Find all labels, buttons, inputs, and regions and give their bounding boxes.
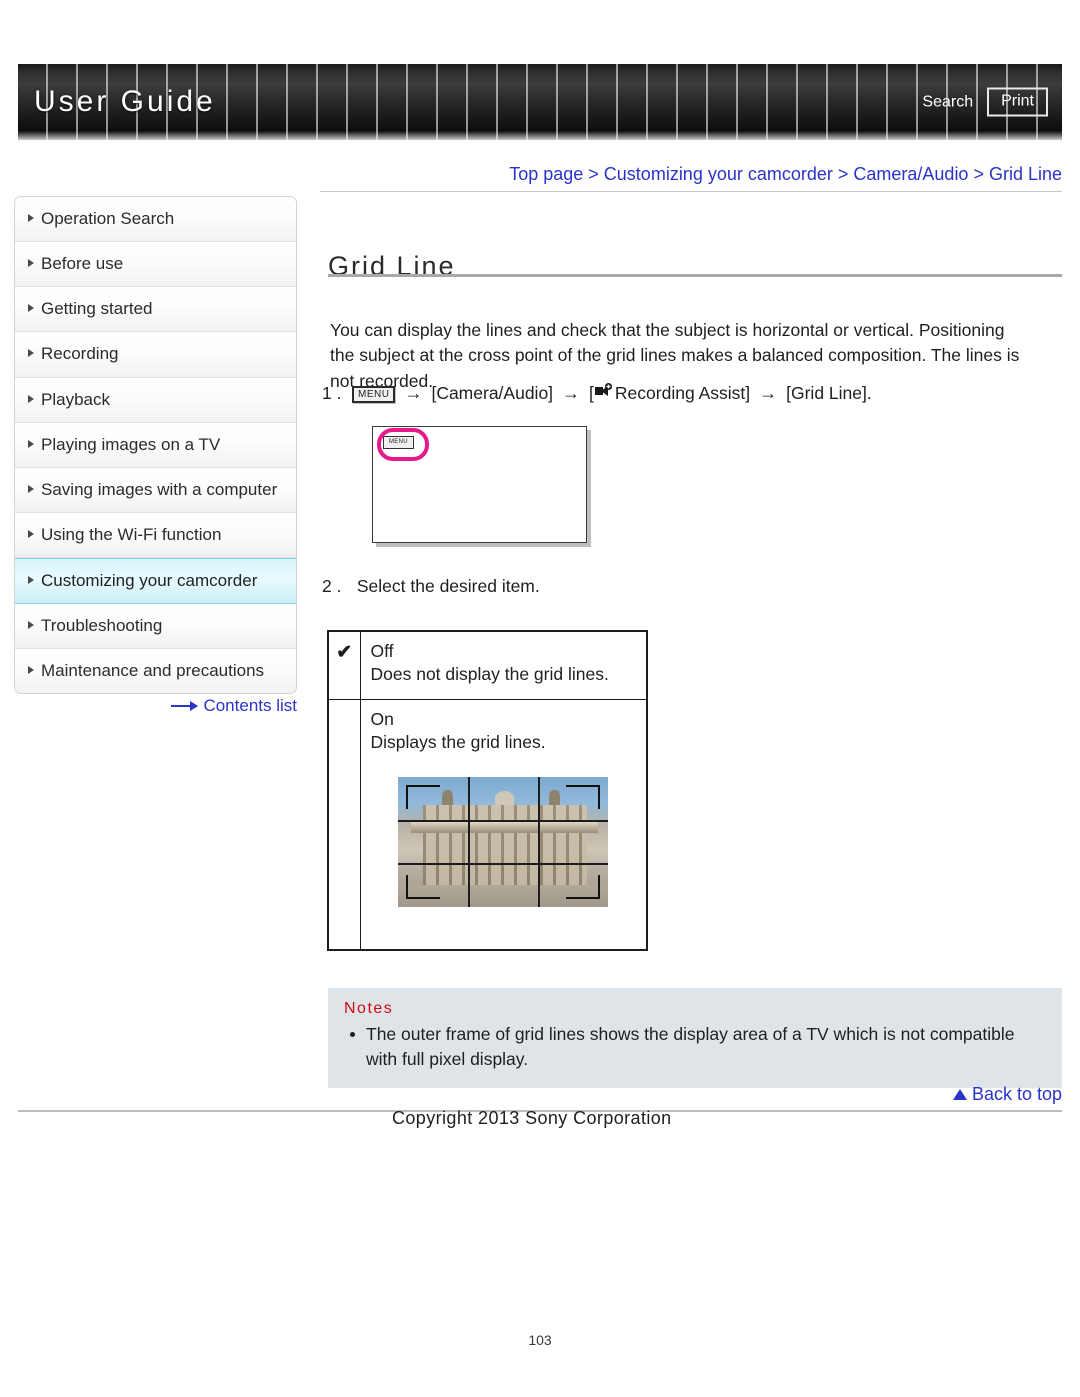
sidebar-item-label: Customizing your camcorder [41, 571, 258, 590]
grid-vertical-line [538, 776, 541, 907]
sidebar-item-getting-started[interactable]: Getting started [15, 287, 296, 333]
recording-assist-icon [594, 383, 613, 404]
contents-list-label: Contents list [203, 696, 297, 715]
arrow-right-icon: → [759, 383, 778, 403]
grid-vertical-line [468, 776, 471, 907]
step-1: 1 . MENU → [Camera/Audio] → [ Recording … [322, 383, 1042, 405]
notes-heading: Notes [344, 1000, 394, 1017]
options-table: ✔ Off Does not display the grid lines. O… [327, 630, 648, 951]
sidebar-nav: Operation Search Before use Getting star… [14, 196, 297, 695]
sidebar-item-troubleshooting[interactable]: Troubleshooting [15, 604, 296, 650]
building-statue-right [549, 789, 560, 807]
sidebar-item-label: Maintenance and precautions [41, 661, 265, 681]
triangle-right-icon [28, 439, 34, 448]
triangle-right-icon [28, 214, 34, 222]
option-name: Off [370, 641, 394, 661]
frame-corner-top-right [566, 784, 601, 809]
step-2-text: Select the desired item. [356, 576, 540, 596]
page-number: 103 [528, 1332, 552, 1348]
step-1-number: 1 . [322, 383, 342, 403]
sidebar-item-maintenance-and-precautions[interactable]: Maintenance and precautions [15, 649, 296, 694]
triangle-right-icon [28, 394, 34, 403]
option-cell: On Displays the grid lines. [359, 698, 648, 951]
sidebar-item-recording[interactable]: Recording [15, 332, 296, 378]
building-dome [494, 791, 514, 806]
title-divider [328, 274, 1062, 277]
checkmark-icon [327, 698, 361, 951]
option-cell: Off Does not display the grid lines. [359, 630, 648, 700]
sidebar-item-customizing-your-camcorder[interactable]: Customizing your camcorder [15, 558, 296, 605]
back-to-top-label: Back to top [971, 1084, 1062, 1104]
option-description: Displays the grid lines. [370, 732, 546, 753]
checkmark-icon: ✔ [327, 630, 361, 700]
camcorder-screen-illustration: MENU [372, 426, 587, 543]
arrow-right-icon [171, 701, 199, 711]
step-2: 2 . Select the desired item. [322, 576, 540, 597]
triangle-right-icon [28, 666, 34, 675]
screen-menu-button-icon: MENU [377, 428, 429, 461]
building-facade [423, 805, 588, 897]
building-cornice [410, 820, 598, 833]
grid-horizontal-line [398, 863, 609, 866]
list-item: The outer frame of grid lines shows the … [344, 1022, 1046, 1072]
triangle-up-icon [952, 1089, 967, 1100]
breadcrumb[interactable]: Top page > Customizing your camcorder > … [320, 164, 1062, 192]
notes-list: The outer frame of grid lines shows the … [344, 1022, 1046, 1072]
sidebar-item-label: Using the Wi-Fi function [41, 524, 222, 544]
sidebar-item-label: Getting started [41, 299, 153, 319]
notes-box: Notes The outer frame of grid lines show… [328, 988, 1062, 1088]
step-2-number: 2 . [322, 576, 342, 596]
menu-highlight-circle [377, 428, 429, 461]
contents-list-link[interactable]: Contents list [14, 696, 297, 716]
triangle-right-icon [28, 484, 34, 493]
sidebar-item-before-use[interactable]: Before use [15, 242, 296, 288]
app-header: User Guide Search Print [18, 64, 1062, 140]
print-button[interactable]: Print [987, 87, 1048, 117]
sidebar-item-playing-images-on-a-tv[interactable]: Playing images on a TV [15, 422, 296, 468]
grid-horizontal-line [398, 820, 609, 823]
copyright-text: Copyright 2013 Sony Corporation [392, 1108, 672, 1128]
arrow-right-icon: → [404, 383, 423, 403]
sidebar-item-label: Before use [41, 254, 124, 274]
header-actions: Search Print [922, 87, 1048, 117]
frame-corner-top-left [406, 784, 441, 809]
table-row[interactable]: ✔ Off Does not display the grid lines. [327, 630, 648, 700]
triangle-right-icon [28, 304, 34, 313]
sidebar-item-label: Saving images with a computer [41, 479, 278, 499]
arrow-right-icon: → [562, 383, 581, 403]
triangle-right-icon [28, 259, 34, 268]
step-1-grid-line: [Grid Line]. [786, 383, 872, 403]
grid-line-sample-photo [398, 776, 609, 907]
option-name: On [370, 708, 394, 729]
search-link[interactable]: Search [922, 93, 973, 111]
menu-button-icon: MENU [352, 386, 396, 403]
step-1-camera-audio: [Camera/Audio] [431, 383, 554, 403]
sidebar-item-label: Playback [41, 389, 110, 409]
sidebar-item-saving-images-with-a-computer[interactable]: Saving images with a computer [15, 467, 296, 513]
sidebar-item-label: Recording [41, 344, 119, 364]
step-1-recording-assist: Recording Assist] [614, 383, 751, 403]
frame-corner-bottom-left [406, 874, 441, 899]
page-title: Grid Line [328, 251, 456, 282]
building-statue-left [442, 789, 453, 807]
sidebar-item-using-the-wi-fi-function[interactable]: Using the Wi-Fi function [15, 512, 296, 558]
page-title-header: User Guide [34, 85, 216, 118]
triangle-right-icon [28, 621, 34, 630]
back-to-top-link[interactable]: Back to top [952, 1084, 1062, 1105]
sidebar-item-label: Troubleshooting [41, 616, 163, 636]
sidebar-item-playback[interactable]: Playback [15, 377, 296, 423]
triangle-right-icon [28, 529, 34, 538]
sidebar-item-label: Operation Search [41, 209, 175, 228]
triangle-right-icon [28, 349, 34, 358]
option-description: Does not display the grid lines. [370, 664, 609, 685]
sidebar-item-label: Playing images on a TV [41, 434, 221, 454]
frame-corner-bottom-right [566, 874, 601, 899]
sidebar-item-operation-search[interactable]: Operation Search [15, 197, 296, 243]
triangle-right-icon [28, 576, 34, 584]
table-row[interactable]: On Displays the grid lines. [327, 698, 648, 951]
